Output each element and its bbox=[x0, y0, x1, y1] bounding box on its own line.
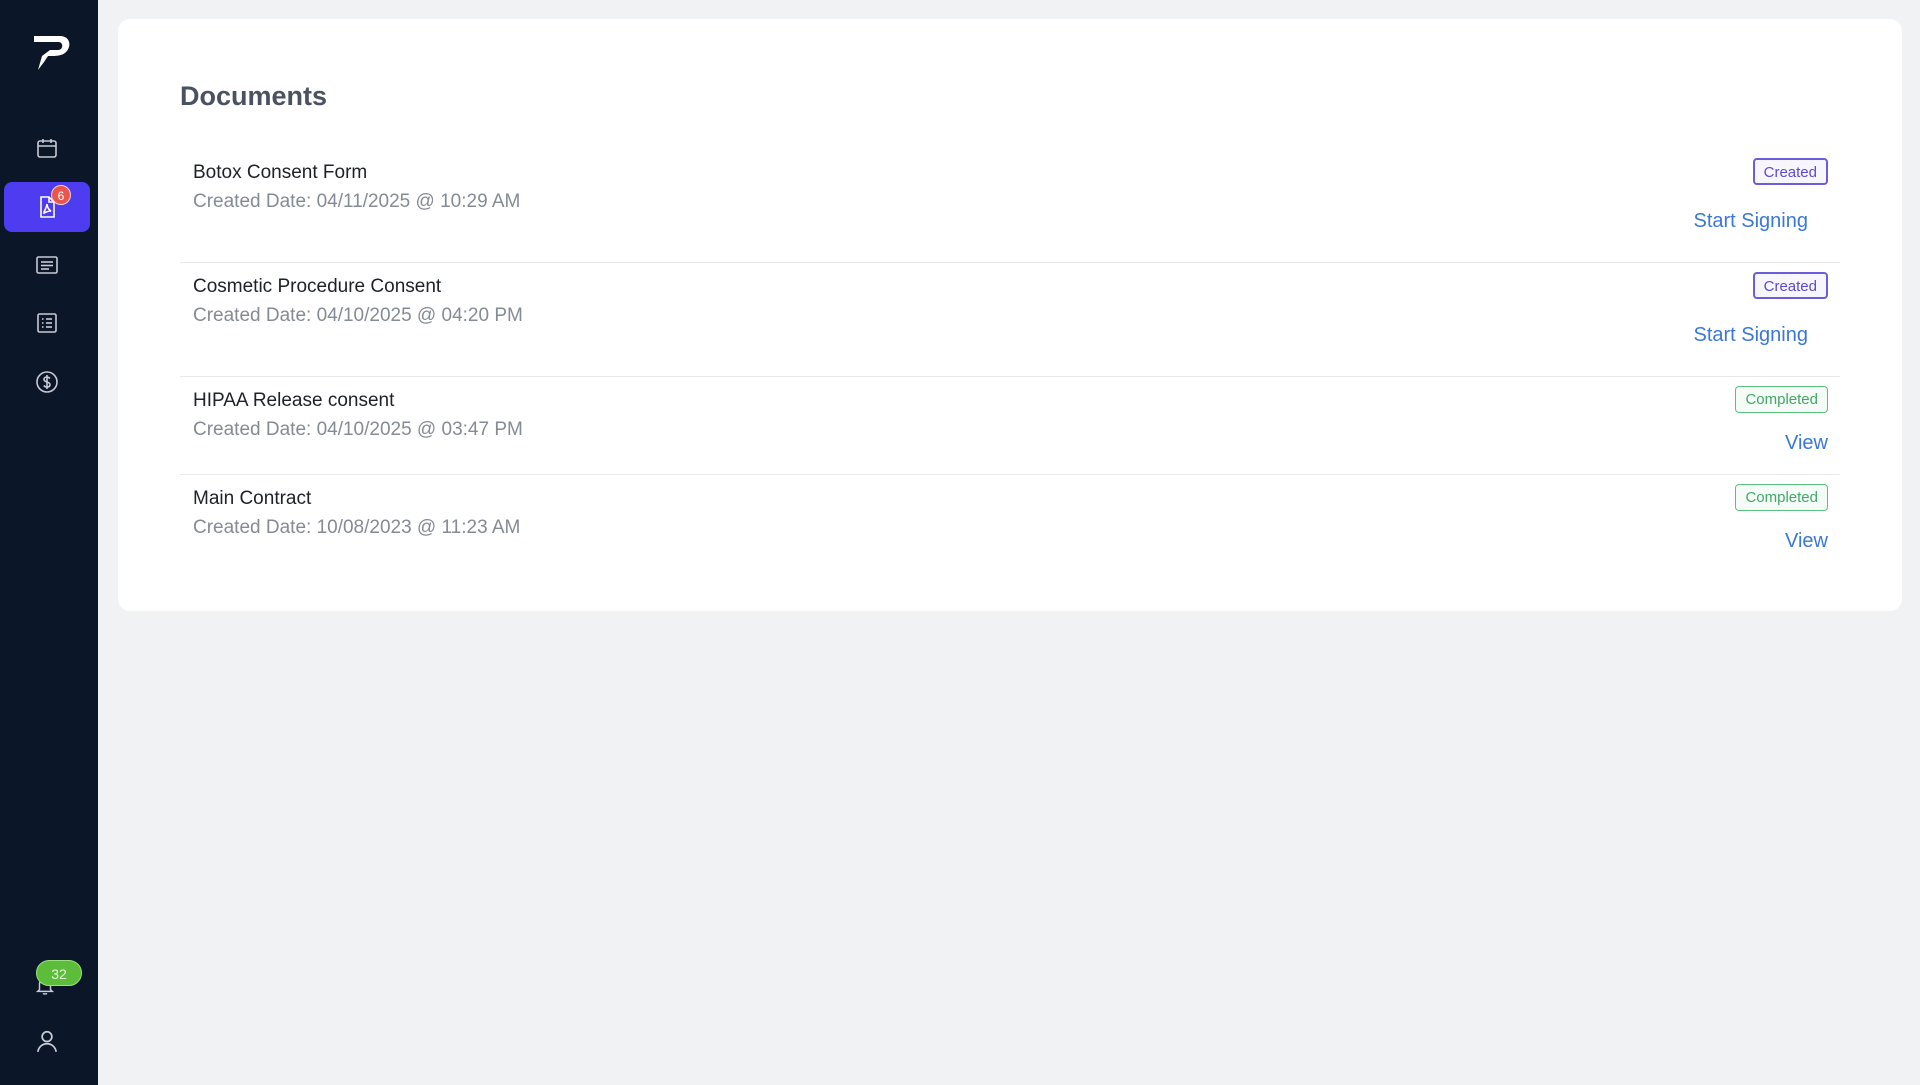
document-date: Created Date: 04/10/2025 @ 03:47 PM bbox=[193, 419, 523, 440]
start-signing-link[interactable]: Start Signing bbox=[1693, 324, 1808, 347]
status-badge: Completed bbox=[1735, 484, 1828, 511]
start-signing-link[interactable]: Start Signing bbox=[1693, 210, 1808, 233]
documents-list: Botox Consent Form Created Date: 04/11/2… bbox=[180, 149, 1840, 572]
document-date: Created Date: 04/11/2025 @ 10:29 AM bbox=[193, 191, 521, 212]
document-name: Main Contract bbox=[193, 488, 312, 509]
documents-badge: 6 bbox=[51, 185, 71, 205]
user-icon bbox=[36, 1030, 58, 1053]
document-row: Main Contract Created Date: 10/08/2023 @… bbox=[180, 475, 1840, 572]
nav-item-forms[interactable] bbox=[4, 298, 90, 348]
sidebar: 6 32 bbox=[0, 0, 98, 1085]
view-link[interactable]: View bbox=[1785, 432, 1828, 455]
document-date: Created Date: 10/08/2023 @ 11:23 AM bbox=[193, 517, 521, 538]
notifications-button[interactable]: 32 bbox=[30, 960, 90, 1000]
notifications-badge: 32 bbox=[36, 960, 82, 986]
document-row: Cosmetic Procedure Consent Created Date:… bbox=[180, 263, 1840, 377]
documents-card: Documents Botox Consent Form Created Dat… bbox=[118, 19, 1902, 611]
document-name: HIPAA Release consent bbox=[193, 390, 395, 411]
document-row: Botox Consent Form Created Date: 04/11/2… bbox=[180, 149, 1840, 263]
profile-button[interactable] bbox=[34, 1028, 60, 1054]
dollar-icon bbox=[36, 371, 58, 393]
document-name: Cosmetic Procedure Consent bbox=[193, 276, 442, 297]
list-icon bbox=[37, 313, 57, 333]
status-badge: Created bbox=[1752, 158, 1828, 185]
nav-item-billing[interactable] bbox=[4, 357, 90, 407]
document-date: Created Date: 04/10/2025 @ 04:20 PM bbox=[193, 305, 523, 326]
nav-item-documents[interactable]: 6 bbox=[4, 182, 90, 232]
status-badge: Completed bbox=[1735, 386, 1828, 413]
view-link[interactable]: View bbox=[1785, 530, 1828, 553]
status-badge: Created bbox=[1752, 272, 1828, 299]
page-title: Documents bbox=[180, 81, 328, 111]
brand-logo[interactable] bbox=[30, 30, 74, 74]
document-row: HIPAA Release consent Created Date: 04/1… bbox=[180, 377, 1840, 475]
nav-item-messages[interactable] bbox=[4, 240, 90, 290]
calendar-icon bbox=[37, 139, 57, 158]
nav-item-calendar[interactable] bbox=[4, 123, 90, 173]
message-icon bbox=[36, 256, 58, 274]
document-name: Botox Consent Form bbox=[193, 162, 368, 183]
